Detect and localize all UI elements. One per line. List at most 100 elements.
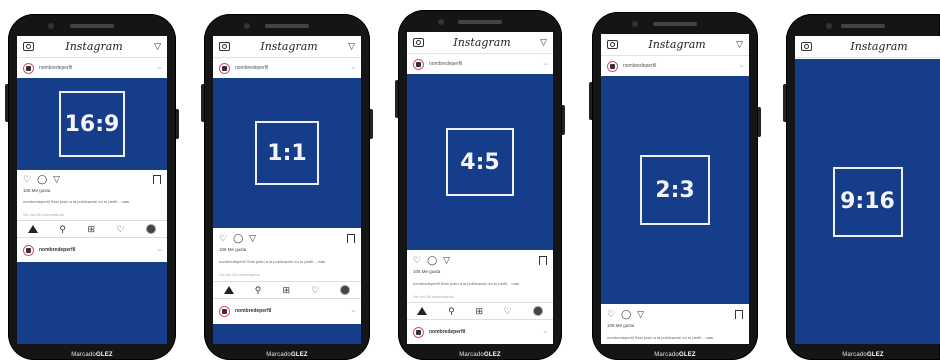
screen: Instagram ▽ nombredeperfil ··· 16:9 ♡ ◯ …: [17, 36, 167, 344]
post-header: nombredeperfil ···: [407, 54, 553, 74]
comment-icon[interactable]: ◯: [37, 174, 47, 184]
avatar[interactable]: [219, 305, 230, 317]
caption: nombredeperfil Seto justo a la publicaci…: [23, 199, 130, 204]
more-options-icon[interactable]: ···: [157, 247, 162, 254]
direct-message-icon[interactable]: ▽: [348, 42, 355, 51]
avatar[interactable]: [607, 60, 618, 72]
device-brand: MarcadoGLEZ: [71, 352, 113, 358]
more-options-icon[interactable]: ···: [543, 61, 548, 68]
activity-icon[interactable]: ♡: [311, 285, 319, 295]
new-post-icon[interactable]: ⊞: [87, 224, 95, 234]
comment-icon[interactable]: ◯: [233, 233, 243, 243]
aspect-ratio-label: 2:3: [640, 155, 710, 225]
top-bar: Instagram ▽: [17, 36, 167, 58]
screen: Instagram ▽ nombredeperfil ··· 2:3 ♡ ◯ ▽…: [601, 34, 749, 344]
ratio-text: 9:16: [840, 189, 895, 214]
camera-icon[interactable]: [413, 38, 424, 47]
bookmark-icon[interactable]: [539, 255, 547, 265]
more-options-icon[interactable]: ···: [543, 329, 548, 336]
front-camera: [48, 23, 54, 29]
search-icon[interactable]: ⚲: [59, 224, 66, 234]
camera-icon[interactable]: [801, 42, 812, 51]
like-icon[interactable]: ♡: [219, 233, 227, 243]
more-options-icon[interactable]: ···: [351, 65, 356, 72]
post-actions: ♡ ◯ ▽: [213, 231, 361, 245]
ratio-text: 4:5: [460, 149, 500, 175]
home-icon[interactable]: [27, 225, 38, 233]
profile-icon[interactable]: [146, 224, 157, 234]
top-bar: Instagram ▽: [407, 32, 553, 54]
next-username[interactable]: nombredeperfil: [429, 329, 543, 335]
username[interactable]: nombredeperfil: [429, 61, 543, 67]
bottom-nav: ⚲ ⊞ ♡: [213, 281, 361, 299]
post-actions: ♡ ◯ ▽: [601, 307, 749, 321]
share-icon[interactable]: ▽: [249, 233, 256, 243]
bookmark-icon[interactable]: [735, 309, 743, 319]
camera-icon[interactable]: [219, 42, 230, 51]
avatar[interactable]: [413, 326, 424, 338]
username[interactable]: nombredeperfil: [39, 65, 157, 71]
post-media: 2:3: [601, 76, 749, 304]
next-username[interactable]: nombredeperfil: [39, 247, 157, 253]
camera-icon[interactable]: [607, 40, 618, 49]
likes-count: 106 Me gusta: [413, 269, 441, 274]
caption: nombredeperfil Seto justo a la publicaci…: [219, 259, 326, 264]
search-icon[interactable]: ⚲: [448, 306, 455, 316]
more-options-icon[interactable]: ···: [157, 65, 162, 72]
more-options-icon[interactable]: ···: [351, 308, 356, 315]
search-icon[interactable]: ⚲: [255, 285, 262, 295]
direct-message-icon[interactable]: ▽: [154, 42, 161, 51]
avatar[interactable]: [219, 62, 230, 74]
post-media: 9:16: [795, 59, 940, 344]
speaker: [458, 20, 502, 24]
home-icon[interactable]: [223, 286, 234, 294]
likes-count: 106 Me gusta: [23, 188, 51, 193]
share-icon[interactable]: ▽: [53, 174, 60, 184]
profile-icon[interactable]: [340, 285, 351, 295]
view-comments-link[interactable]: Ver los 68 comentarios: [219, 272, 260, 277]
like-icon[interactable]: ♡: [23, 174, 31, 184]
view-comments-link[interactable]: Ver los 68 comentarios: [413, 294, 454, 299]
phone-16-9: Instagram ▽ nombredeperfil ··· 16:9 ♡ ◯ …: [5, 14, 179, 360]
phone-2-3: Instagram ▽ nombredeperfil ··· 2:3 ♡ ◯ ▽…: [589, 12, 761, 360]
front-camera: [826, 23, 832, 29]
top-bar: Instagram ▽: [601, 34, 749, 56]
bookmark-icon[interactable]: [347, 233, 355, 243]
ratio-text: 1:1: [267, 140, 307, 166]
instagram-logo: Instagram: [260, 40, 318, 53]
profile-icon[interactable]: [532, 306, 543, 316]
direct-message-icon[interactable]: ▽: [540, 38, 547, 47]
more-options-icon[interactable]: ···: [739, 63, 744, 70]
activity-icon[interactable]: ♡: [504, 306, 512, 316]
share-icon[interactable]: ▽: [443, 255, 450, 265]
avatar[interactable]: [413, 58, 424, 70]
share-icon[interactable]: ▽: [637, 309, 644, 319]
view-comments-link[interactable]: Ver los 68 comentarios: [23, 212, 64, 217]
ratio-text: 16:9: [64, 111, 120, 137]
instagram-logo: Instagram: [850, 40, 908, 53]
camera-icon[interactable]: [23, 42, 34, 51]
speaker: [70, 24, 114, 28]
next-post-header: nombredeperfil ···: [17, 240, 167, 260]
new-post-icon[interactable]: ⊞: [282, 285, 290, 295]
post-actions: ♡ ◯ ▽: [407, 253, 553, 267]
like-icon[interactable]: ♡: [607, 309, 615, 319]
direct-message-icon[interactable]: ▽: [736, 40, 743, 49]
new-post-icon[interactable]: ⊞: [475, 306, 483, 316]
device-brand: MarcadoGLEZ: [266, 352, 308, 358]
next-post-header: nombredeperfil ···: [407, 322, 553, 342]
next-username[interactable]: nombredeperfil: [235, 308, 351, 314]
home-icon[interactable]: [417, 307, 428, 315]
like-icon[interactable]: ♡: [413, 255, 421, 265]
next-post-media: [213, 324, 361, 344]
bookmark-icon[interactable]: [153, 174, 161, 184]
avatar[interactable]: [23, 62, 34, 74]
avatar[interactable]: [23, 244, 34, 256]
username[interactable]: nombredeperfil: [235, 65, 351, 71]
activity-icon[interactable]: ♡: [117, 224, 125, 234]
top-bar: Instagram ▽: [213, 36, 361, 58]
username[interactable]: nombredeperfil: [623, 63, 739, 69]
comment-icon[interactable]: ◯: [427, 255, 437, 265]
instagram-logo: Instagram: [453, 36, 511, 49]
comment-icon[interactable]: ◯: [621, 309, 631, 319]
